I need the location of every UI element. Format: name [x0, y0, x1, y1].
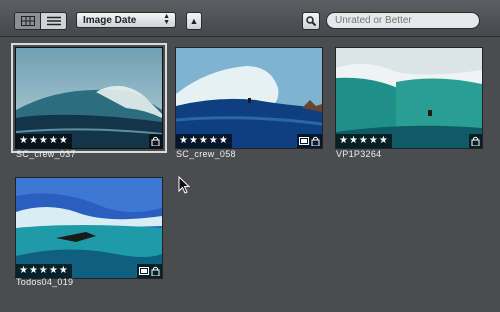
- photo-caption: Todos04_019: [16, 277, 74, 287]
- select-arrows-icon: ▲ ▼: [163, 13, 170, 26]
- lock-badge-icon: [151, 266, 160, 276]
- photo-thumbnail[interactable]: ★★★★★: [335, 47, 483, 149]
- adjustments-badge-icon: [299, 137, 309, 145]
- status-badges: [149, 134, 162, 148]
- list-view-button[interactable]: [40, 13, 66, 29]
- lock-badge-icon: [311, 136, 320, 146]
- status-badges: [469, 134, 482, 148]
- wave-photo: [176, 48, 322, 148]
- photo-thumbnail[interactable]: ★★★★★: [15, 177, 163, 279]
- list-view-icon: [46, 16, 61, 26]
- wave-photo: [16, 48, 162, 148]
- magnifier-icon: [306, 16, 316, 26]
- star-rating[interactable]: ★★★★★: [16, 134, 72, 148]
- sort-direction-button[interactable]: ▲: [186, 12, 202, 30]
- wave-photo: [336, 48, 482, 148]
- mouse-pointer-icon: [178, 176, 190, 194]
- lock-badge-icon: [471, 136, 480, 146]
- view-mode-toggle: [14, 12, 67, 30]
- star-rating[interactable]: ★★★★★: [336, 134, 392, 148]
- rating-filter-field[interactable]: [326, 12, 480, 29]
- star-rating[interactable]: ★★★★★: [16, 264, 72, 278]
- photo-thumbnail[interactable]: ★★★★★: [11, 43, 167, 153]
- photo-caption: VP1P3264: [336, 149, 382, 159]
- photo-caption: SC_crew_058: [176, 149, 236, 159]
- browser-toolbar: Image Date ▲ ▼ ▲: [0, 0, 500, 37]
- status-badges: [297, 134, 322, 148]
- search-button[interactable]: [302, 12, 320, 30]
- lock-badge-icon: [151, 136, 160, 146]
- sort-by-value: Image Date: [83, 15, 137, 26]
- sort-ascending-icon: ▲: [189, 16, 199, 26]
- star-rating[interactable]: ★★★★★: [176, 134, 232, 148]
- photo-caption: SC_crew_037: [16, 149, 76, 159]
- wave-photo: [16, 178, 162, 278]
- photo-thumbnail[interactable]: ★★★★★: [175, 47, 323, 149]
- grid-view-button[interactable]: [15, 13, 40, 29]
- status-badges: [137, 264, 162, 278]
- sort-by-select[interactable]: Image Date ▲ ▼: [76, 12, 176, 28]
- adjustments-badge-icon: [139, 267, 149, 275]
- grid-view-icon: [20, 16, 35, 26]
